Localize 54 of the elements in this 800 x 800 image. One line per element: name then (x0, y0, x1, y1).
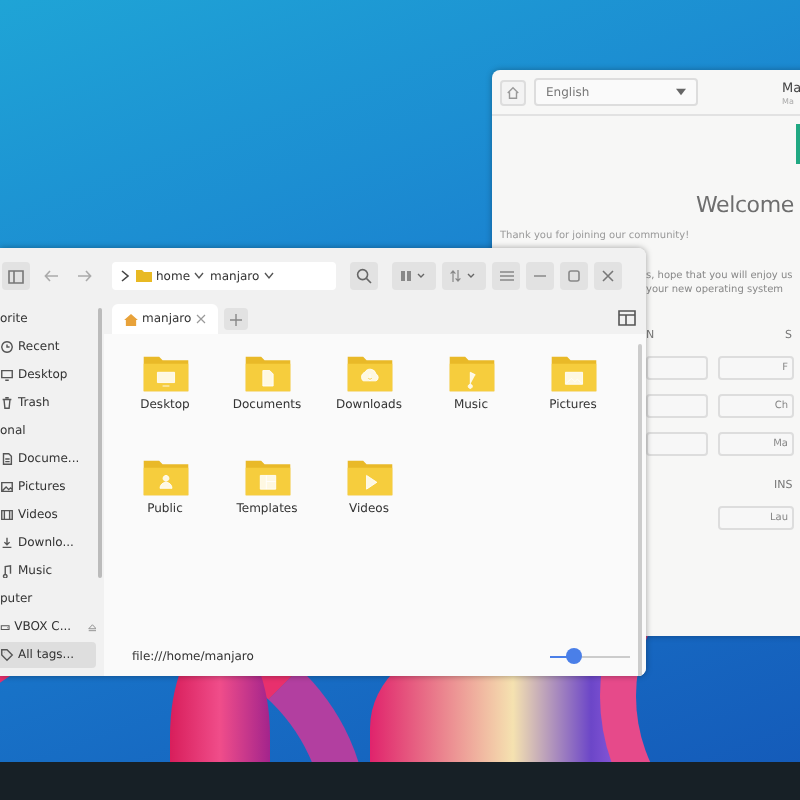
tag-icon (0, 648, 14, 662)
minimize-icon (534, 274, 546, 278)
home-button[interactable] (500, 79, 526, 105)
slider-thumb[interactable] (566, 648, 582, 664)
welcome-heading: Welcome (696, 192, 794, 218)
film-icon (0, 508, 14, 522)
search-icon (356, 268, 372, 284)
dropdown-icon (263, 272, 274, 280)
menu-button[interactable] (492, 262, 520, 290)
image-icon (0, 480, 14, 494)
new-tab-button[interactable] (223, 308, 248, 330)
grid-view-icon (400, 270, 428, 282)
close-icon (602, 270, 614, 282)
download-icon (0, 536, 14, 550)
folder-icon (136, 270, 152, 282)
drive-icon (0, 620, 11, 634)
chevron-icon (120, 270, 130, 282)
link-button[interactable] (646, 394, 708, 418)
documents-folder-icon (243, 354, 291, 394)
trash-icon (0, 396, 14, 410)
dropdown-icon (676, 88, 686, 96)
back-arrow-icon (43, 270, 57, 282)
maximize-icon (568, 270, 580, 282)
side-panel-icon[interactable] (618, 310, 636, 326)
forward-arrow-icon (77, 270, 91, 282)
plus-icon (229, 313, 242, 325)
document-icon (0, 452, 14, 466)
close-button[interactable] (594, 262, 622, 290)
sidebar-icon (8, 269, 24, 283)
close-icon (195, 314, 206, 324)
sort-icon (450, 270, 478, 282)
pictures-folder-icon (549, 354, 597, 394)
link-button[interactable] (646, 432, 708, 456)
maximize-button[interactable] (560, 262, 588, 290)
sort-button[interactable] (442, 262, 486, 290)
eject-icon (87, 621, 96, 633)
sidebar-toggle-button[interactable] (2, 262, 30, 290)
videos-folder-icon (345, 458, 393, 498)
menu-icon (499, 270, 513, 282)
downloads-folder-icon (345, 354, 393, 394)
minimize-button[interactable] (526, 262, 554, 290)
desktop-folder-icon (141, 354, 189, 394)
home-icon (506, 85, 520, 99)
clock-icon (0, 340, 14, 354)
dropdown-icon (194, 272, 205, 280)
link-button[interactable] (646, 356, 708, 380)
public-folder-icon (141, 458, 189, 498)
monitor-icon (0, 368, 14, 382)
music-folder-icon (447, 354, 495, 394)
search-button[interactable] (350, 262, 378, 290)
home-icon (124, 313, 138, 325)
templates-folder-icon (243, 458, 291, 498)
view-mode-button[interactable] (392, 262, 436, 290)
music-note-icon (0, 564, 14, 578)
